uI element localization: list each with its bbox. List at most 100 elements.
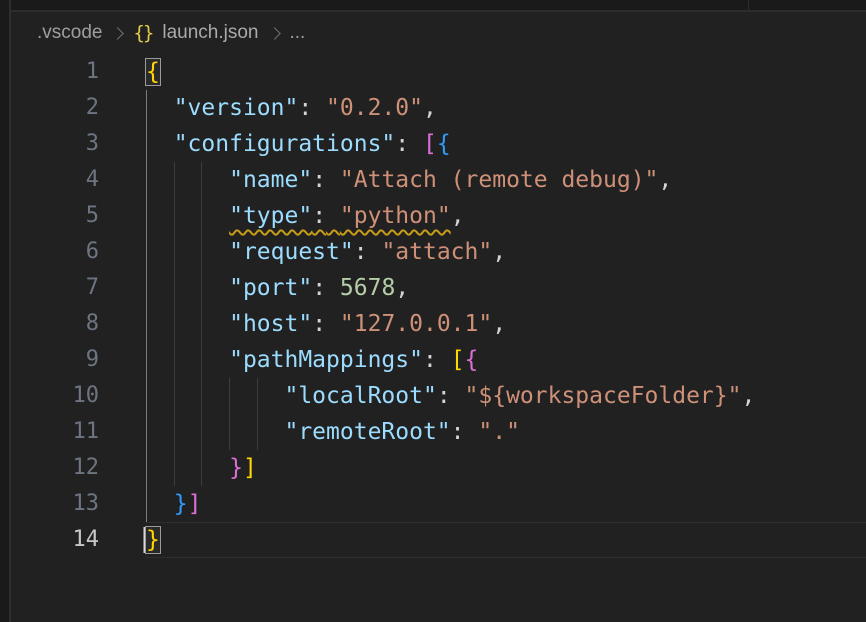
code-token — [326, 311, 340, 337]
code-token — [146, 203, 229, 229]
line-number[interactable]: 14 — [11, 522, 99, 558]
code-token: , — [492, 239, 506, 265]
code-token: "port" — [229, 275, 312, 301]
code-token — [451, 383, 465, 409]
code-token: : — [395, 131, 409, 157]
code-token: : — [437, 383, 451, 409]
code-token: "version" — [174, 95, 299, 121]
code-line-5[interactable]: 5 "type": "python", — [11, 198, 866, 234]
code-text: "version": "0.2.0", — [146, 90, 866, 126]
code-token — [146, 275, 229, 301]
line-number[interactable]: 13 — [11, 486, 99, 522]
code-line-11[interactable]: 11 "remoteRoot": "." — [11, 414, 866, 450]
code-token — [146, 491, 174, 517]
code-line-2[interactable]: 2 "version": "0.2.0", — [11, 90, 866, 126]
breadcrumb-symbol-ellipsis[interactable]: ... — [290, 22, 306, 44]
code-token: : — [312, 167, 326, 193]
code-token — [146, 311, 229, 337]
breadcrumb-folder[interactable]: .vscode — [37, 22, 102, 44]
code-text: }] — [146, 486, 866, 522]
code-token: : — [312, 275, 326, 301]
code-text: "localRoot": "${workspaceFolder}", — [146, 378, 866, 414]
tab-separator — [748, 0, 749, 10]
code-token: "configurations" — [174, 131, 396, 157]
code-text: "name": "Attach (remote debug)", — [146, 162, 866, 198]
code-token: "0.2.0" — [326, 95, 423, 121]
matched-bracket: { — [146, 59, 160, 85]
code-token — [326, 275, 340, 301]
code-token: "python" — [340, 203, 451, 229]
code-token — [146, 131, 174, 157]
code-token: "host" — [229, 311, 312, 337]
code-line-3[interactable]: 3 "configurations": [{ — [11, 126, 866, 162]
code-token: [ — [451, 347, 465, 373]
code-token: "Attach (remote debug)" — [340, 167, 659, 193]
code-token — [146, 347, 229, 373]
line-number[interactable]: 12 — [11, 450, 99, 486]
line-number[interactable]: 6 — [11, 234, 99, 270]
code-text: "port": 5678, — [146, 270, 866, 306]
code-token: "." — [478, 419, 520, 445]
code-text: "remoteRoot": "." — [146, 414, 866, 450]
code-token — [146, 95, 174, 121]
code-token: { — [437, 131, 451, 157]
chevron-right-icon — [112, 27, 125, 40]
code-token: , — [395, 275, 409, 301]
code-token: "localRoot" — [284, 383, 436, 409]
line-number[interactable]: 3 — [11, 126, 99, 162]
code-text: "request": "attach", — [146, 234, 866, 270]
line-number[interactable]: 4 — [11, 162, 99, 198]
line-number[interactable]: 10 — [11, 378, 99, 414]
code-token — [437, 347, 451, 373]
code-token: : — [451, 419, 465, 445]
code-token — [146, 419, 284, 445]
code-token — [368, 239, 382, 265]
code-line-8[interactable]: 8 "host": "127.0.0.1", — [11, 306, 866, 342]
code-text: { — [146, 54, 866, 90]
matched-bracket: } — [146, 527, 160, 553]
code-token — [326, 203, 340, 229]
code-token: : — [354, 239, 368, 265]
line-number[interactable]: 1 — [11, 54, 99, 90]
code-token: [ — [423, 131, 437, 157]
line-number[interactable]: 7 — [11, 270, 99, 306]
code-area: 1{2 "version": "0.2.0",3 "configurations… — [11, 54, 866, 558]
code-line-10[interactable]: 10 "localRoot": "${workspaceFolder}", — [11, 378, 866, 414]
code-line-6[interactable]: 6 "request": "attach", — [11, 234, 866, 270]
line-number[interactable]: 2 — [11, 90, 99, 126]
line-number[interactable]: 8 — [11, 306, 99, 342]
code-line-13[interactable]: 13 }] — [11, 486, 866, 522]
line-number[interactable]: 11 — [11, 414, 99, 450]
line-number[interactable]: 5 — [11, 198, 99, 234]
code-token: { — [465, 347, 479, 373]
warning-squiggle: "type": "python" — [229, 203, 451, 229]
code-text: "configurations": [{ — [146, 126, 866, 162]
code-text: "host": "127.0.0.1", — [146, 306, 866, 342]
code-token — [146, 455, 229, 481]
breadcrumb-file[interactable]: launch.json — [162, 22, 258, 44]
code-token: , — [492, 311, 506, 337]
code-line-7[interactable]: 7 "port": 5678, — [11, 270, 866, 306]
code-token — [146, 239, 229, 265]
code-token: } — [229, 455, 243, 481]
code-token: , — [658, 167, 672, 193]
code-line-9[interactable]: 9 "pathMappings": [{ — [11, 342, 866, 378]
code-token: ] — [243, 455, 257, 481]
code-token: ] — [188, 491, 202, 517]
code-line-4[interactable]: 4 "name": "Attach (remote debug)", — [11, 162, 866, 198]
code-token: , — [451, 203, 465, 229]
code-token: "127.0.0.1" — [340, 311, 492, 337]
code-text: "type": "python", — [146, 198, 866, 234]
code-line-14[interactable]: 14} — [11, 522, 866, 558]
code-line-12[interactable]: 12 }] — [11, 450, 866, 486]
code-text: }] — [146, 450, 866, 486]
code-token: "name" — [229, 167, 312, 193]
line-number[interactable]: 9 — [11, 342, 99, 378]
code-text: } — [146, 522, 866, 558]
code-token — [312, 95, 326, 121]
editor-pane: .vscode {} launch.json ... 1{2 "version"… — [11, 12, 866, 622]
code-line-1[interactable]: 1{ — [11, 54, 866, 90]
code-text: "pathMappings": [{ — [146, 342, 866, 378]
code-token — [326, 167, 340, 193]
json-braces-icon: {} — [133, 22, 152, 44]
